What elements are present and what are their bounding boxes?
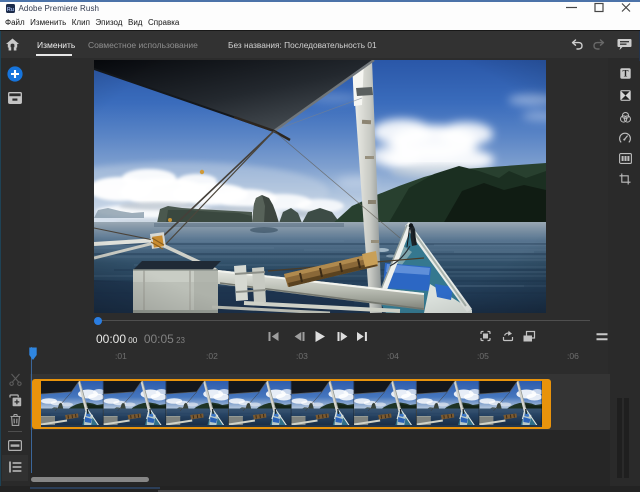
svg-text:T: T [622, 69, 628, 79]
svg-text:Ru: Ru [7, 7, 14, 13]
